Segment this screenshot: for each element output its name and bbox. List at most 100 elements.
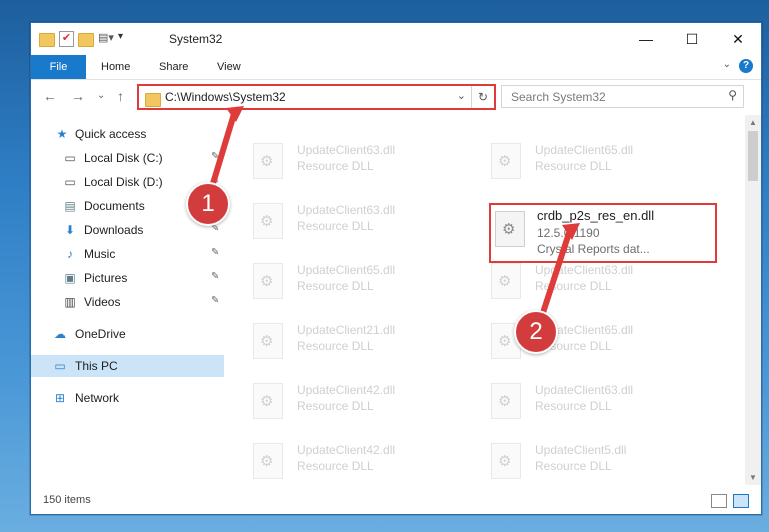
file-version: 12.5.0.1190 — [537, 226, 600, 240]
search-placeholder: Search System32 — [511, 90, 606, 104]
sidebar-item-label: Quick access — [75, 127, 147, 141]
cloud-icon: ☁ — [54, 327, 66, 341]
file-description: Resource DLL — [535, 279, 612, 293]
file-name: UpdateClient21.dll — [297, 323, 396, 337]
file-item[interactable]: UpdateClient63.dll Resource DLL — [465, 375, 695, 431]
sidebar-item-label: Network — [75, 391, 120, 405]
sidebar-item-label: Documents — [84, 199, 145, 213]
address-path: C:\Windows\System32 — [165, 90, 286, 104]
dll-file-icon — [253, 443, 283, 479]
sidebar-item-local-disk-c[interactable]: ▭ Local Disk (C:) ✎ — [31, 147, 224, 169]
pin-icon[interactable]: ✎ — [211, 151, 219, 162]
dll-file-icon: ⚙ — [495, 211, 525, 247]
dll-file-icon — [253, 143, 283, 179]
file-item[interactable]: UpdateClient65.dll Resource DLL — [465, 315, 695, 371]
search-input[interactable]: Search System32 ⚲ — [501, 85, 744, 108]
customize-icon[interactable]: ▤▾ — [98, 31, 114, 47]
recent-locations-button[interactable]: ⌄ — [97, 90, 105, 101]
file-item[interactable]: UpdateClient42.dll Resource DLL — [227, 375, 457, 431]
file-item[interactable]: UpdateClient63.dll Resource DLL — [227, 195, 457, 251]
tab-share[interactable]: Share — [159, 55, 188, 79]
status-bar: 150 items — [31, 486, 761, 514]
address-bar[interactable]: C:\Windows\System32 ⌄ ↻ — [137, 84, 496, 110]
properties-icon[interactable]: ✔ — [59, 31, 74, 47]
folder-icon — [145, 93, 161, 107]
new-folder-icon[interactable] — [78, 33, 94, 47]
close-button[interactable]: ✕ — [715, 23, 761, 55]
computer-icon: ▭ — [54, 359, 66, 373]
drive-icon: ▭ — [64, 175, 76, 189]
sidebar-item-label: Local Disk (C:) — [84, 151, 163, 165]
file-item[interactable]: UpdateClient5.dll Resource DLL — [465, 435, 695, 485]
file-description: Resource DLL — [535, 399, 612, 413]
videos-icon: ▥ — [64, 295, 76, 309]
dll-file-icon — [491, 263, 521, 299]
tab-home[interactable]: Home — [101, 55, 130, 79]
forward-button[interactable]: → — [71, 88, 85, 104]
pin-icon[interactable]: ✎ — [211, 295, 219, 306]
file-item[interactable]: UpdateClient21.dll Resource DLL — [227, 315, 457, 371]
help-button[interactable]: ? — [739, 59, 753, 73]
file-item[interactable]: UpdateClient63.dll Resource DLL — [227, 135, 457, 191]
expand-ribbon-icon[interactable]: ⌄ — [723, 59, 731, 70]
dll-file-icon — [253, 263, 283, 299]
search-icon[interactable]: ⚲ — [728, 88, 737, 102]
file-description: Resource DLL — [297, 159, 374, 173]
file-name: UpdateClient65.dll — [297, 263, 396, 277]
file-item[interactable]: UpdateClient65.dll Resource DLL — [465, 135, 695, 191]
folder-icon — [39, 33, 55, 47]
scrollbar-thumb[interactable] — [748, 131, 758, 181]
file-item[interactable]: UpdateClient42.dll Resource DLL — [227, 435, 457, 485]
documents-icon: ▤ — [64, 199, 76, 213]
back-button[interactable]: ← — [43, 88, 57, 104]
scroll-down-icon[interactable]: ▼ — [749, 473, 757, 482]
sidebar-item-this-pc[interactable]: ▭ This PC — [31, 355, 224, 377]
item-count: 150 items — [43, 494, 91, 506]
file-description: Resource DLL — [535, 459, 612, 473]
step-badge-2: 2 — [514, 310, 558, 354]
file-description: Resource DLL — [297, 339, 374, 353]
scroll-up-icon[interactable]: ▲ — [749, 118, 757, 127]
tab-file[interactable]: File — [31, 55, 86, 79]
window-title: System32 — [169, 32, 223, 46]
dll-file-icon — [491, 383, 521, 419]
file-name: UpdateClient65.dll — [535, 143, 634, 157]
minimize-button[interactable]: — — [623, 23, 669, 55]
sidebar-item-videos[interactable]: ▥ Videos ✎ — [31, 291, 224, 313]
file-description: Resource DLL — [297, 219, 374, 233]
vertical-scrollbar[interactable]: ▲ ▼ — [745, 115, 761, 485]
sidebar-item-label: Local Disk (D:) — [84, 175, 163, 189]
tab-view[interactable]: View — [217, 55, 241, 79]
file-name: UpdateClient5.dll — [535, 443, 627, 457]
file-item[interactable]: UpdateClient63.dll Resource DLL — [465, 255, 695, 311]
file-name: UpdateClient63.dll — [297, 203, 396, 217]
title-bar: ✔ ▤▾ ▾ System32 — ☐ ✕ — [31, 23, 761, 55]
sidebar-item-label: Music — [84, 247, 116, 261]
details-view-icon[interactable] — [711, 494, 727, 508]
file-name: UpdateClient63.dll — [535, 383, 634, 397]
file-name: UpdateClient42.dll — [297, 443, 396, 457]
sidebar-item-quick-access[interactable]: ★ Quick access — [31, 123, 224, 145]
sidebar-item-label: OneDrive — [75, 327, 126, 341]
download-icon: ⬇ — [64, 223, 76, 237]
refresh-button[interactable]: ↻ — [471, 86, 494, 108]
chevron-down-icon[interactable]: ⌄ — [457, 89, 466, 102]
sidebar-item-music[interactable]: ♪ Music ✎ — [31, 243, 224, 265]
sidebar-item-pictures[interactable]: ▣ Pictures ✎ — [31, 267, 224, 289]
quick-access-toolbar: ✔ ▤▾ ▾ — [39, 31, 134, 47]
navigation-bar: ← → ⌄ ↑ C:\Windows\System32 ⌄ ↻ Search S… — [31, 80, 761, 114]
file-item[interactable]: UpdateClient65.dll Resource DLL — [227, 255, 457, 311]
drive-icon: ▭ — [64, 151, 76, 165]
file-description: Resource DLL — [297, 399, 374, 413]
up-button[interactable]: ↑ — [117, 88, 124, 104]
pin-icon[interactable]: ✎ — [211, 247, 219, 258]
pin-icon[interactable]: ✎ — [211, 271, 219, 282]
sidebar-item-network[interactable]: ⊞ Network — [31, 387, 224, 409]
star-icon: ★ — [56, 127, 68, 141]
file-list: UpdateClient63.dll Resource DLL UpdateCl… — [227, 115, 741, 485]
maximize-button[interactable]: ☐ — [669, 23, 715, 55]
highlighted-file-item[interactable]: ⚙ crdb_p2s_res_en.dll 12.5.0.1190 Crysta… — [489, 203, 717, 263]
chevron-down-icon[interactable]: ▾ — [118, 31, 134, 47]
large-icons-view-icon[interactable] — [733, 494, 749, 508]
sidebar-item-onedrive[interactable]: ☁ OneDrive — [31, 323, 224, 345]
